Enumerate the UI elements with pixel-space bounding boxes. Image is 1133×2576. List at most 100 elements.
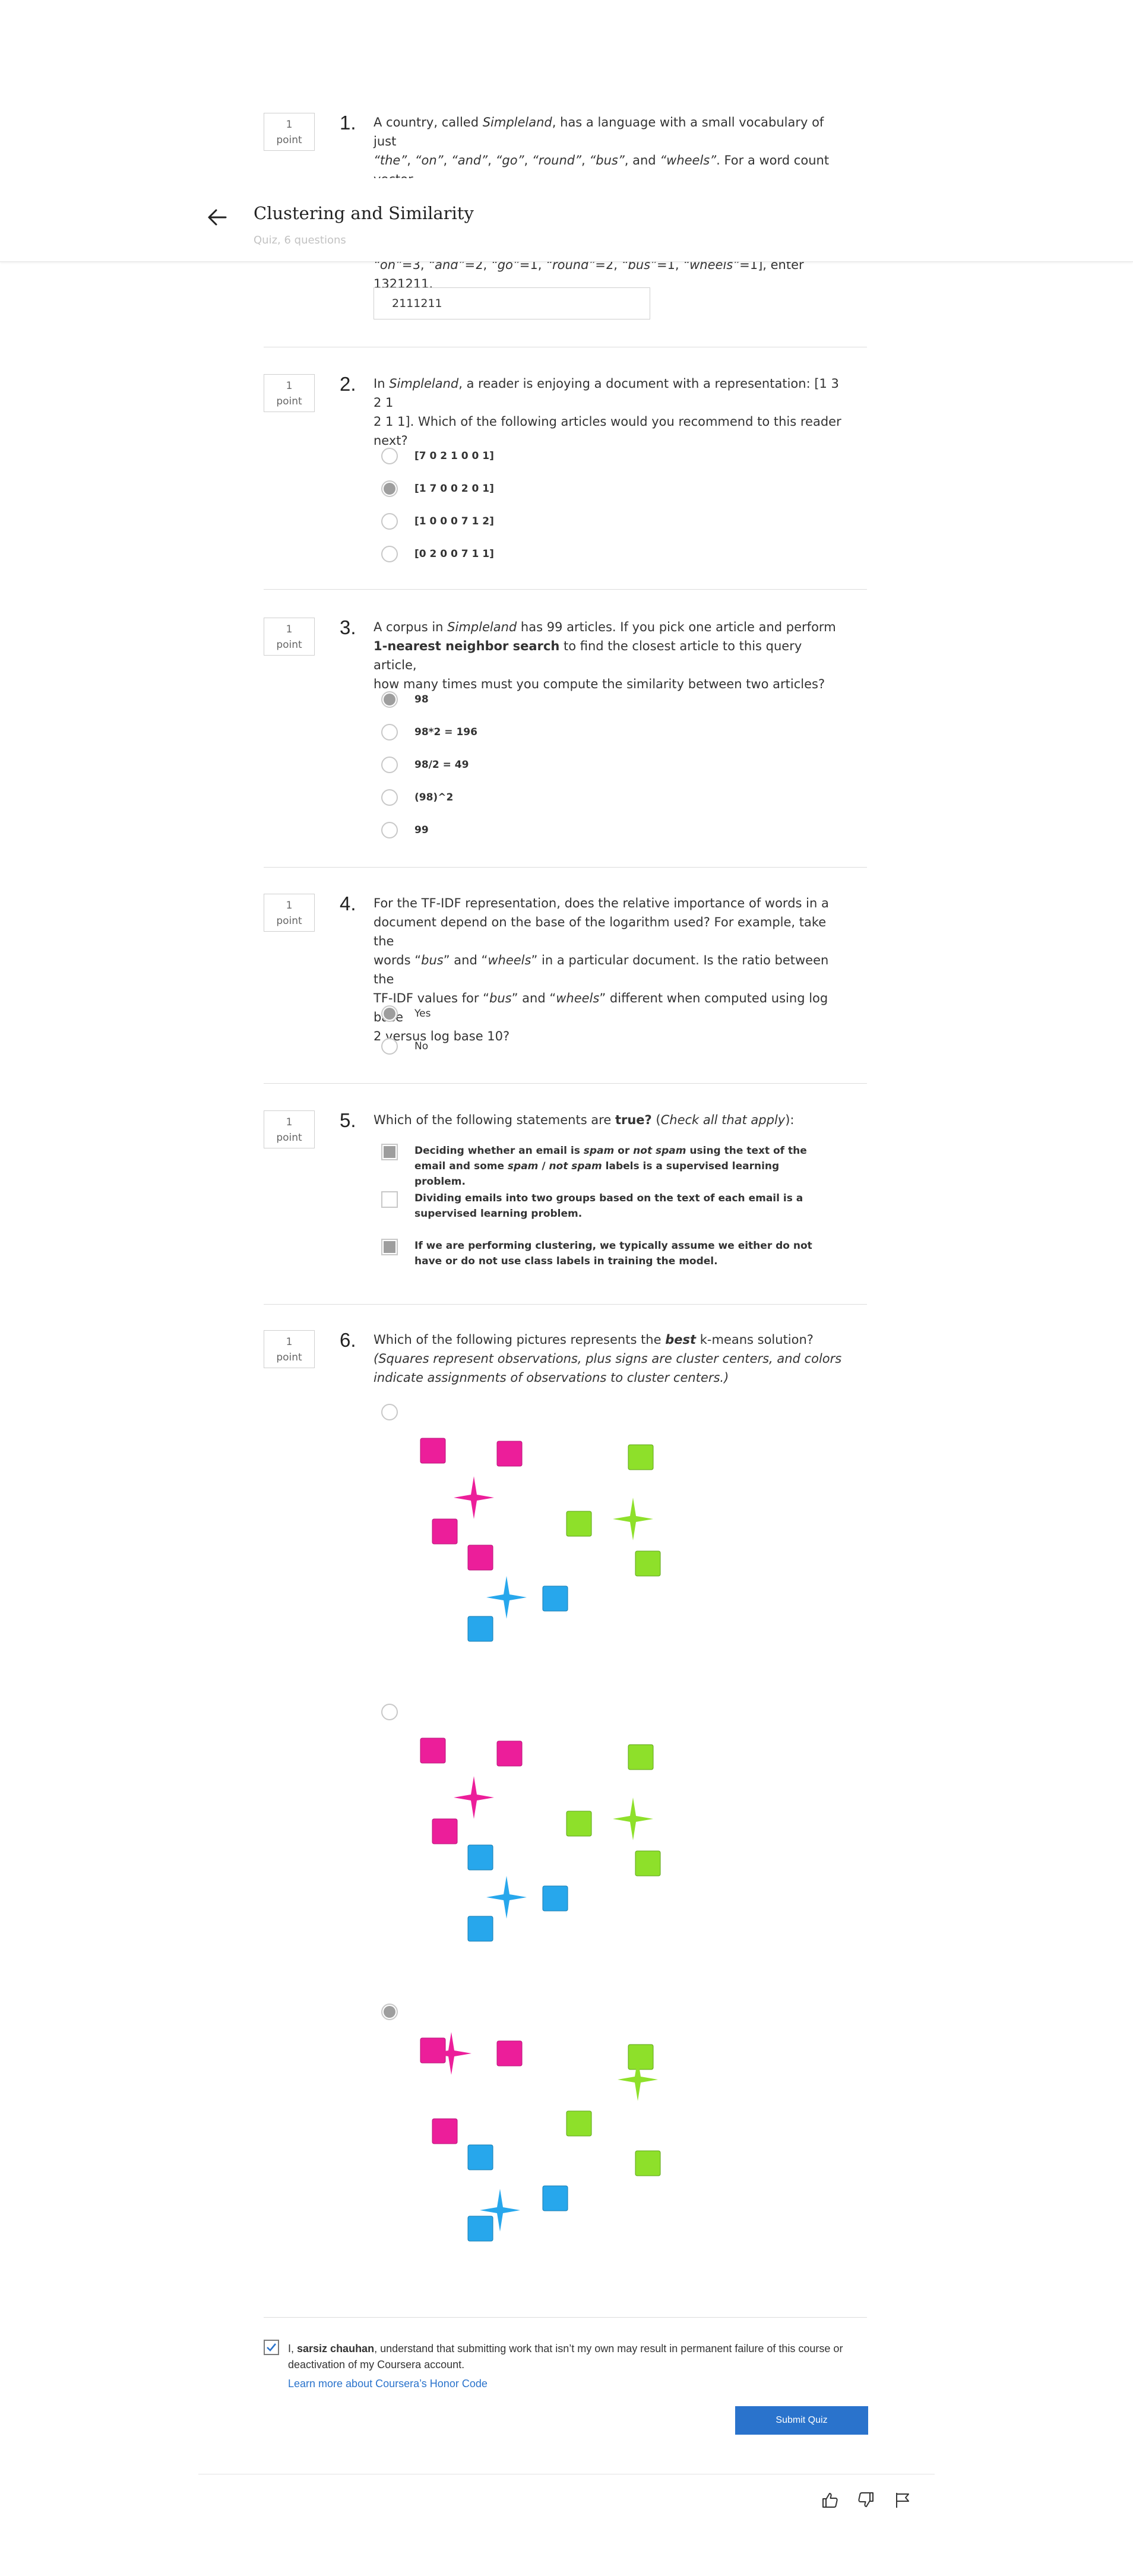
square-blue bbox=[542, 2185, 568, 2211]
answer-input[interactable] bbox=[374, 287, 650, 319]
text-span: “wheels” bbox=[660, 153, 717, 167]
square-pink bbox=[496, 2040, 523, 2067]
radio-button[interactable] bbox=[381, 757, 398, 773]
radio-button[interactable] bbox=[381, 1005, 398, 1022]
option-label: Dividing emails into two groups based on… bbox=[414, 1191, 830, 1221]
question-line: words “bus” and “wheels” in a particular… bbox=[374, 951, 843, 989]
honor-prefix: I, bbox=[288, 2343, 298, 2355]
radio-button[interactable] bbox=[381, 1038, 398, 1055]
radio-button[interactable] bbox=[381, 513, 398, 530]
answer-option[interactable]: If we are performing clustering, we typi… bbox=[381, 1239, 830, 1269]
radio-button[interactable] bbox=[381, 2004, 398, 2020]
answer-option[interactable]: [1 0 0 0 7 1 2] bbox=[381, 512, 494, 531]
question-line: how many times must you compute the simi… bbox=[374, 675, 843, 694]
answer-option[interactable]: 99 bbox=[381, 821, 429, 840]
answer-option[interactable]: (98)^2 bbox=[381, 788, 453, 807]
text-span: “and” bbox=[451, 153, 488, 167]
answer-option[interactable] bbox=[381, 2002, 398, 2021]
question-text: For the TF-IDF representation, does the … bbox=[374, 894, 843, 1046]
option-label: [1 7 0 0 2 0 1] bbox=[414, 483, 494, 495]
answer-option[interactable]: Deciding whether an email is spam or not… bbox=[381, 1144, 830, 1189]
quiz-title: Clustering and Similarity bbox=[254, 203, 474, 223]
points-number: 1 bbox=[286, 119, 293, 131]
answer-option[interactable] bbox=[381, 1702, 398, 1721]
text-span: wheels bbox=[556, 991, 600, 1005]
checkbox[interactable] bbox=[381, 1191, 398, 1208]
checkbox[interactable] bbox=[381, 1239, 398, 1255]
question-number: 5. bbox=[340, 1109, 356, 1131]
option-line: Dividing emails into two groups based on… bbox=[414, 1191, 830, 1206]
text-span: Deciding whether an email is bbox=[414, 1145, 584, 1157]
center-blue bbox=[486, 1576, 527, 1619]
radio-button[interactable] bbox=[381, 691, 398, 708]
text-span: (Squares represent observations, plus si… bbox=[374, 1352, 842, 1366]
answer-option[interactable] bbox=[381, 1403, 398, 1422]
answer-option[interactable]: [1 7 0 0 2 0 1] bbox=[381, 479, 494, 498]
back-arrow-icon[interactable] bbox=[204, 204, 230, 230]
text-span: have or do not use class labels in train… bbox=[414, 1255, 718, 1267]
radio-button[interactable] bbox=[381, 1404, 398, 1420]
square-blue bbox=[467, 2144, 493, 2170]
question-line: For the TF-IDF representation, does the … bbox=[374, 894, 843, 913]
radio-button[interactable] bbox=[381, 822, 398, 838]
submit-quiz-button[interactable]: Submit Quiz bbox=[735, 2406, 868, 2435]
answer-option[interactable]: 98/2 = 49 bbox=[381, 755, 469, 774]
answer-option[interactable]: 98 bbox=[381, 690, 429, 709]
points-number: 1 bbox=[286, 624, 293, 635]
points-number: 1 bbox=[286, 1336, 293, 1348]
question-number: 3. bbox=[340, 616, 356, 638]
center-blue bbox=[486, 1876, 527, 1919]
flag-icon[interactable] bbox=[893, 2490, 912, 2509]
text-span: not spam bbox=[633, 1145, 686, 1157]
radio-button[interactable] bbox=[381, 724, 398, 740]
text-span: Which of the following statements are bbox=[374, 1113, 615, 1127]
honor-code-checkbox[interactable] bbox=[264, 2340, 279, 2355]
checkbox[interactable] bbox=[381, 1144, 398, 1160]
thumbs-up-icon[interactable] bbox=[821, 2490, 840, 2509]
square-blue bbox=[467, 2216, 493, 2242]
text-span: bus bbox=[421, 953, 444, 967]
square-pink bbox=[420, 1438, 446, 1464]
radio-button[interactable] bbox=[381, 1704, 398, 1720]
answer-option[interactable]: 98*2 = 196 bbox=[381, 723, 477, 742]
honor-code-link[interactable]: Learn more about Coursera’s Honor Code bbox=[288, 2378, 488, 2390]
square-pink bbox=[467, 1545, 493, 1571]
answer-option[interactable]: [0 2 0 0 7 1 1] bbox=[381, 545, 494, 564]
points-box: 1 point bbox=[264, 894, 315, 932]
answer-option[interactable]: [7 0 2 1 0 0 1] bbox=[381, 447, 494, 466]
radio-button[interactable] bbox=[381, 480, 398, 497]
question-line: (Squares represent observations, plus si… bbox=[374, 1349, 843, 1368]
radio-button[interactable] bbox=[381, 448, 398, 464]
answer-option[interactable]: Dividing emails into two groups based on… bbox=[381, 1191, 830, 1221]
text-span: wheels bbox=[488, 953, 531, 967]
square-green bbox=[635, 1850, 661, 1876]
answer-option[interactable]: No bbox=[381, 1037, 428, 1056]
question-number: 1. bbox=[340, 112, 356, 134]
text-span: “round” bbox=[531, 153, 582, 167]
question-line: 1-nearest neighbor search to find the cl… bbox=[374, 637, 843, 675]
square-pink bbox=[432, 1818, 458, 1844]
question-line: A corpus in Simpleland has 99 articles. … bbox=[374, 618, 843, 637]
question-5: 1 point 5. Which of the following statem… bbox=[264, 1109, 867, 1306]
divider bbox=[264, 589, 867, 590]
text-span: Which of the following pictures represen… bbox=[374, 1333, 666, 1347]
question-line: Which of the following statements are tr… bbox=[374, 1110, 843, 1129]
answer-option[interactable]: Yes bbox=[381, 1004, 431, 1023]
observations bbox=[420, 1738, 661, 1942]
radio-button[interactable] bbox=[381, 789, 398, 806]
text-span: 2 1 1]. Which of the following articles … bbox=[374, 414, 841, 429]
k-means-picture-2 bbox=[420, 1738, 661, 1942]
points-box: 1 point bbox=[264, 374, 315, 412]
points-unit: point bbox=[276, 395, 302, 407]
thumbs-down-icon[interactable] bbox=[856, 2490, 875, 2509]
observations bbox=[420, 1438, 661, 1642]
radio-button[interactable] bbox=[381, 546, 398, 562]
text-span: If we are performing clustering, we typi… bbox=[414, 1240, 812, 1252]
text-span: has 99 articles. If you pick one article… bbox=[517, 620, 836, 634]
square-green bbox=[628, 1444, 654, 1470]
option-label: Yes bbox=[414, 1008, 431, 1020]
text-span: , bbox=[488, 153, 496, 167]
option-label: 99 bbox=[414, 824, 429, 836]
option-line: Deciding whether an email is spam or not… bbox=[414, 1143, 830, 1159]
text-span: email and some bbox=[414, 1160, 508, 1172]
